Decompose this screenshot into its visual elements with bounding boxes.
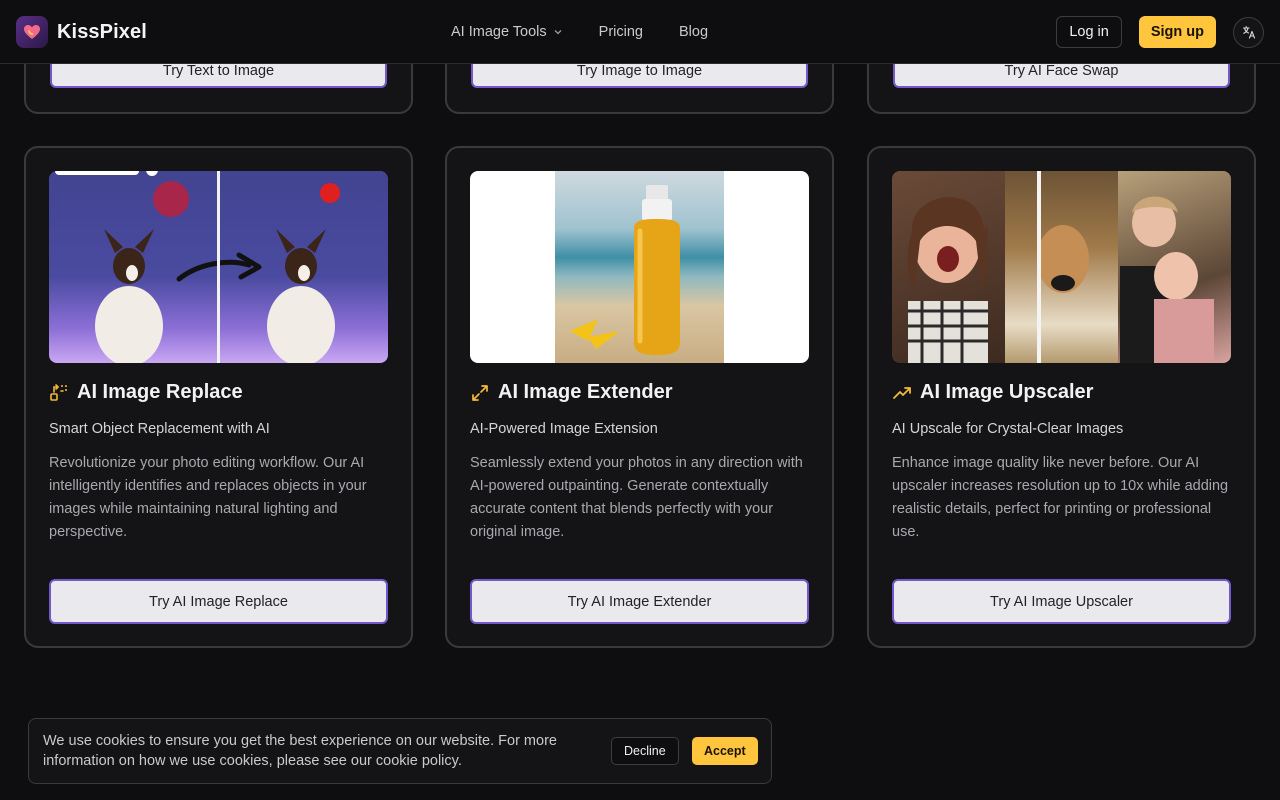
image-upscaler-title-text: AI Image Upscaler xyxy=(920,381,1094,403)
bottle-illustration xyxy=(570,185,680,355)
login-button[interactable]: Log in xyxy=(1056,16,1122,48)
brand-name: KissPixel xyxy=(57,20,147,43)
try-image-replace-button[interactable]: Try AI Image Replace xyxy=(49,579,388,624)
image-replace-preview xyxy=(49,171,388,363)
try-image-upscaler-button[interactable]: Try AI Image Upscaler xyxy=(892,579,1231,624)
translate-icon xyxy=(1242,25,1255,39)
image-extender-description: Seamlessly extend your photos in any dir… xyxy=(470,455,803,540)
image-replace-card: AI Image Replace Smart Object Replacemen… xyxy=(24,146,413,648)
image-replace-description: Revolutionize your photo editing workflo… xyxy=(49,455,367,540)
signup-button[interactable]: Sign up xyxy=(1138,16,1216,48)
image-extender-preview xyxy=(470,171,809,363)
image-extender-subtitle: AI-Powered Image Extension xyxy=(470,421,658,437)
expand-arrows-icon xyxy=(472,384,488,401)
nav-blog[interactable]: Blog xyxy=(679,24,708,40)
logo-heart-icon xyxy=(16,16,48,48)
image-upscaler-subtitle: AI Upscale for Crystal-Clear Images xyxy=(892,421,1124,437)
cookie-text: We use cookies to ensure you get the bes… xyxy=(43,733,557,769)
image-upscaler-title: AI Image Upscaler xyxy=(892,381,1093,404)
image-upscaler-description: Enhance image quality like never before.… xyxy=(892,455,1229,540)
upscaler-illustration xyxy=(907,196,1214,363)
brand-logo[interactable]: KissPixel xyxy=(16,16,147,48)
nav-pricing[interactable]: Pricing xyxy=(599,24,643,40)
chevron-down-icon xyxy=(554,30,562,35)
image-replace-subtitle: Smart Object Replacement with AI xyxy=(49,421,270,437)
image-extender-card: AI Image Extender AI-Powered Image Exten… xyxy=(445,146,834,648)
nav-ai-image-tools[interactable]: AI Image Tools xyxy=(451,24,563,40)
image-upscaler-preview xyxy=(892,171,1231,363)
page: Try Text to Image Try Image to Image Try… xyxy=(0,0,1280,800)
language-button[interactable] xyxy=(1233,16,1264,48)
image-extender-title-text: AI Image Extender xyxy=(498,381,673,403)
replace-icon xyxy=(50,383,67,401)
accept-cookies-button[interactable]: Accept xyxy=(692,737,758,765)
image-extender-title: AI Image Extender xyxy=(470,381,673,404)
decline-cookies-button[interactable]: Decline xyxy=(611,737,679,765)
compare-divider xyxy=(1037,171,1041,363)
image-replace-title: AI Image Replace xyxy=(49,381,243,404)
image-upscaler-card: AI Image Upscaler AI Upscale for Crystal… xyxy=(867,146,1256,648)
compare-divider xyxy=(217,171,220,363)
trending-up-icon xyxy=(893,386,911,399)
header-actions: Log in Sign up xyxy=(1056,16,1264,48)
image-replace-title-text: AI Image Replace xyxy=(77,381,243,403)
main-nav: AI Image Tools Pricing Blog xyxy=(451,0,708,64)
cookie-banner: We use cookies to ensure you get the bes… xyxy=(28,718,772,784)
nav-ai-image-tools-label: AI Image Tools xyxy=(451,24,547,40)
try-image-extender-button[interactable]: Try AI Image Extender xyxy=(470,579,809,624)
site-header: KissPixel AI Image Tools Pricing Blog Lo… xyxy=(0,0,1280,64)
